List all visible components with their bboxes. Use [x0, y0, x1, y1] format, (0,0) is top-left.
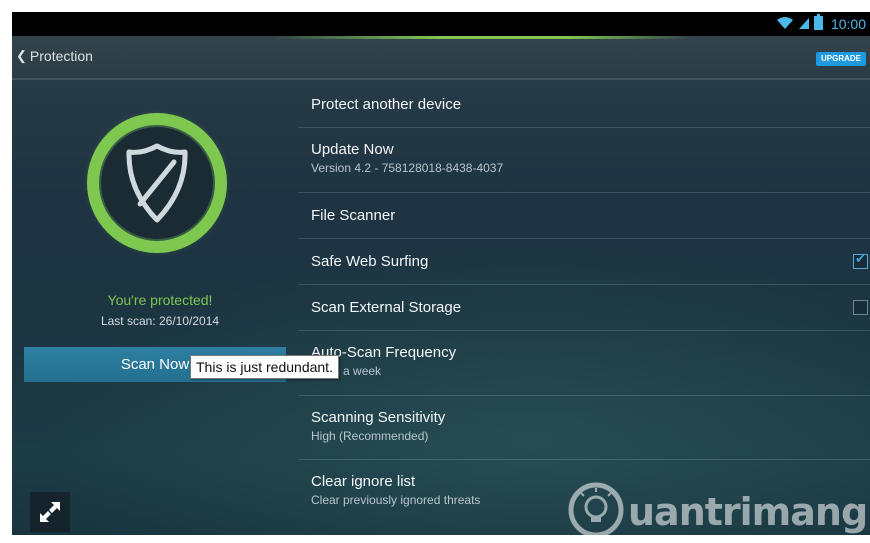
setting-title: Update Now [311, 141, 394, 158]
settings-list: Protect another device Update Now Versio… [298, 82, 870, 524]
setting-title: Auto-Scan Frequency [311, 344, 457, 361]
setting-title: Scanning Sensitivity [311, 409, 446, 426]
protection-status-shield [82, 108, 232, 258]
battery-icon [813, 14, 823, 34]
action-bar-glow [272, 36, 692, 39]
back-button[interactable]: ❮ Protection [16, 48, 93, 64]
watermark-text: uantrimang [628, 490, 868, 534]
status-bar: 10:00 [12, 12, 870, 36]
setting-title: File Scanner [311, 207, 396, 224]
setting-safe-web-surfing[interactable]: Safe Web Surfing [298, 239, 870, 285]
action-bar: ❮ Protection UPGRADE [12, 36, 870, 80]
setting-title: Safe Web Surfing [311, 253, 429, 270]
setting-scanning-sensitivity[interactable]: Scanning Sensitivity High (Recommended) [298, 396, 870, 460]
back-label: Protection [29, 48, 93, 64]
tooltip: This is just redundant. [190, 355, 339, 379]
left-panel: You're protected! Last scan: 26/10/2014 … [12, 82, 298, 535]
status-time: 10:00 [830, 16, 866, 32]
setting-title: Scan External Storage [311, 299, 462, 316]
expand-icon[interactable] [30, 492, 70, 532]
wifi-icon [776, 15, 794, 34]
setting-update-now[interactable]: Update Now Version 4.2 - 758128018-8438-… [298, 128, 870, 193]
setting-file-scanner[interactable]: File Scanner [298, 193, 870, 239]
protection-status-text: You're protected! [107, 292, 213, 308]
setting-auto-scan-frequency[interactable]: Auto-Scan Frequency Once a week [298, 331, 870, 396]
safe-web-surfing-checkbox[interactable] [853, 252, 868, 269]
setting-subtitle: High (Recommended) [311, 429, 429, 443]
lightbulb-logo-icon [568, 482, 624, 535]
watermark: uantrimang [568, 482, 868, 535]
last-scan-text: Last scan: 26/10/2014 [100, 314, 220, 328]
scan-external-storage-checkbox[interactable] [853, 300, 868, 315]
setting-subtitle: Version 4.2 - 758128018-8438-4037 [311, 161, 504, 175]
setting-title: Protect another device [311, 96, 462, 113]
device-screen: 10:00 ❮ Protection UPGRADE You're protec… [12, 12, 870, 535]
upgrade-button[interactable]: UPGRADE [815, 52, 866, 66]
setting-protect-another-device[interactable]: Protect another device [298, 82, 870, 128]
status-icons: 10:00 [776, 14, 866, 34]
chevron-left-icon: ❮ [16, 48, 27, 63]
setting-subtitle: Once a week [311, 364, 382, 378]
setting-scan-external-storage[interactable]: Scan External Storage [298, 285, 870, 331]
signal-icon [798, 15, 810, 34]
